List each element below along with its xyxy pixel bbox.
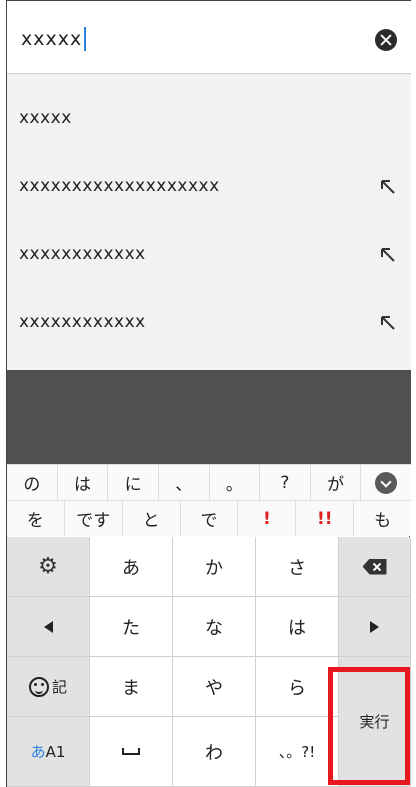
search-input[interactable]: xxxxx bbox=[21, 27, 87, 51]
fill-query-arrow-icon[interactable] bbox=[379, 178, 397, 196]
backspace-icon bbox=[362, 558, 387, 575]
key-ha[interactable]: は bbox=[256, 597, 339, 657]
candidate-item[interactable]: です bbox=[65, 501, 123, 536]
clear-icon[interactable] bbox=[375, 29, 397, 51]
suggestion-text: xxxxxxxxxxxx bbox=[19, 244, 146, 264]
candidate-item[interactable]: は bbox=[58, 465, 109, 500]
key-na[interactable]: な bbox=[173, 597, 256, 657]
punctuation-label: 、。?! bbox=[278, 743, 316, 761]
enter-key-highlight bbox=[328, 667, 410, 785]
candidate-item[interactable]: で bbox=[181, 501, 239, 536]
candidate-bar: を です と で ! !! も bbox=[7, 500, 411, 536]
candidate-item[interactable]: を bbox=[7, 501, 65, 536]
candidate-item[interactable]: 。 bbox=[210, 465, 261, 500]
settings-key[interactable]: ⚙ bbox=[7, 537, 90, 597]
arrow-left-icon bbox=[43, 620, 53, 633]
key-ma[interactable]: ま bbox=[90, 657, 173, 717]
suggestion-item[interactable]: xxxxxxxxxxxx bbox=[7, 218, 411, 288]
suggestion-item[interactable]: xxxxxxxxxxxxxxxxxxx bbox=[7, 150, 411, 220]
key-ya[interactable]: や bbox=[173, 657, 256, 717]
candidate-item[interactable]: の bbox=[7, 465, 58, 500]
suggestion-item[interactable]: xxxxxxxxxxxx bbox=[7, 286, 411, 356]
key-sa[interactable]: さ bbox=[256, 537, 339, 597]
candidate-item[interactable]: ? bbox=[260, 465, 311, 500]
candidate-bar: の は に 、 。 ? が bbox=[7, 464, 411, 500]
cursor-left-key[interactable] bbox=[7, 597, 90, 657]
input-mode-key[interactable]: あ A1 bbox=[7, 717, 90, 787]
suggestion-text: xxxxx bbox=[19, 108, 72, 128]
backspace-key[interactable] bbox=[339, 537, 411, 597]
arrow-right-icon bbox=[370, 620, 379, 633]
key-ta[interactable]: た bbox=[90, 597, 173, 657]
key-punctuation[interactable]: 、。?! bbox=[256, 717, 339, 787]
cursor-right-key[interactable] bbox=[339, 597, 411, 657]
emoji-symbol-key[interactable]: 記 bbox=[7, 657, 90, 717]
candidate-item[interactable]: ! bbox=[238, 501, 297, 536]
text-caret bbox=[84, 27, 87, 51]
key-a[interactable]: あ bbox=[90, 537, 173, 597]
suggestion-item[interactable]: xxxxx bbox=[7, 82, 411, 152]
candidate-item[interactable]: 、 bbox=[159, 465, 210, 500]
suggestion-text: xxxxxxxxxxxxxxxxxxx bbox=[19, 176, 220, 196]
key-ra[interactable]: ら bbox=[256, 657, 339, 717]
candidate-item[interactable]: と bbox=[123, 501, 181, 536]
suggestion-text: xxxxxxxxxxxx bbox=[19, 312, 146, 332]
search-bar: xxxxx bbox=[7, 0, 411, 74]
candidate-item[interactable]: も bbox=[354, 501, 411, 536]
candidate-item[interactable]: !! bbox=[296, 501, 355, 536]
fill-query-arrow-icon[interactable] bbox=[379, 314, 397, 332]
hiragana-label: あ bbox=[30, 743, 46, 761]
candidate-item[interactable]: が bbox=[311, 465, 362, 500]
gear-icon: ⚙ bbox=[38, 554, 58, 579]
candidate-item[interactable]: に bbox=[108, 465, 159, 500]
collapse-candidates-button[interactable] bbox=[361, 465, 411, 500]
symbol-label: 記 bbox=[51, 678, 67, 696]
fill-query-arrow-icon[interactable] bbox=[379, 246, 397, 264]
space-icon bbox=[122, 748, 140, 755]
key-wa[interactable]: わ bbox=[173, 717, 256, 787]
smiley-icon bbox=[28, 676, 49, 697]
alphanumeric-label: A1 bbox=[45, 742, 66, 761]
chevron-down-icon bbox=[375, 471, 398, 494]
suggestion-list: xxxxx xxxxxxxxxxxxxxxxxxx xxxxxxxxxxxx x… bbox=[7, 74, 411, 370]
space-key[interactable] bbox=[90, 717, 173, 787]
search-query-text: xxxxx bbox=[21, 28, 83, 50]
key-ka[interactable]: か bbox=[173, 537, 256, 597]
dimmed-background bbox=[7, 370, 411, 464]
